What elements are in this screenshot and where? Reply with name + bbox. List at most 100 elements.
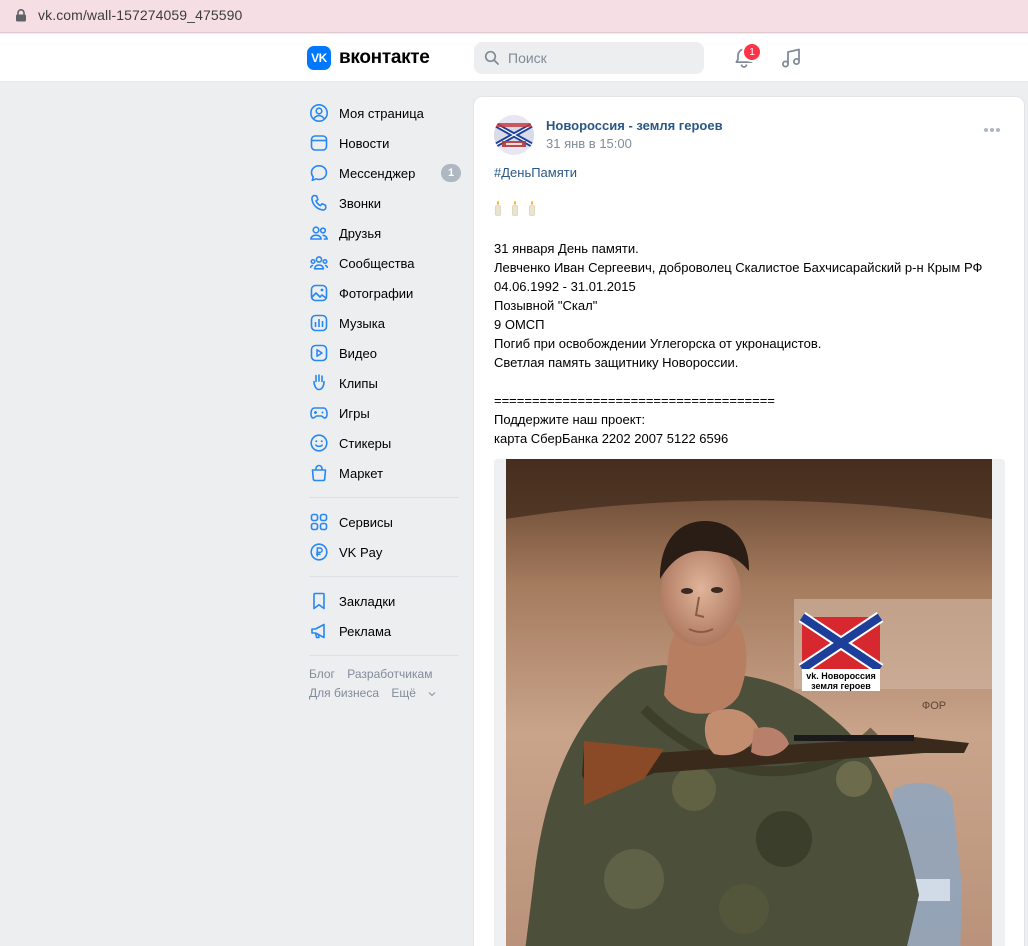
sidebar-item-calls[interactable]: Звонки [305, 188, 465, 218]
footer-link-developers[interactable]: Разработчикам [347, 667, 432, 681]
post-text: #ДеньПамяти 31 января День памяти. Левче… [494, 163, 1009, 448]
bookmark-icon [309, 591, 329, 611]
sidebar-item-games[interactable]: Игры [305, 398, 465, 428]
bag-icon [309, 463, 329, 483]
post-text-line: Левченко Иван Сергеевич, доброволец Скал… [494, 260, 983, 275]
sidebar-divider [309, 497, 459, 498]
sidebar-item-my-page[interactable]: Моя страница [305, 98, 465, 128]
messenger-badge: 1 [441, 164, 461, 182]
gamepad-icon [309, 403, 329, 423]
address-url[interactable]: vk.com/wall-157274059_475590 [38, 7, 242, 23]
sidebar-item-label: Моя страница [339, 105, 424, 121]
sidebar-item-friends[interactable]: Друзья [305, 218, 465, 248]
sidebar-divider [309, 655, 459, 656]
sidebar-item-clips[interactable]: Клипы [305, 368, 465, 398]
community-avatar[interactable] [494, 115, 534, 155]
sidebar-item-communities[interactable]: Сообщества [305, 248, 465, 278]
music-icon[interactable] [779, 46, 803, 70]
post-photo[interactable]: vk. Новороссия земля героев ФОР [494, 459, 1005, 946]
sidebar-divider [309, 576, 459, 577]
left-sidebar: Моя страница Новости Мессенджер 1 Звонки… [305, 98, 465, 703]
sidebar-footer-links: Блог Разработчикам Для бизнеса Ещё [309, 665, 465, 703]
hashtag-link[interactable]: #ДеньПамяти [494, 165, 577, 180]
search-icon [484, 50, 499, 65]
sidebar-item-ads[interactable]: Реклама [305, 616, 465, 646]
sidebar-item-label: Закладки [339, 593, 396, 609]
photo-watermark-line2: земля героев [811, 681, 871, 691]
sidebar-item-label: Сообщества [339, 255, 415, 271]
news-icon [309, 133, 329, 153]
photo-watermark-line1: vk. Новороссия [806, 671, 876, 681]
footer-link-business[interactable]: Для бизнеса [309, 686, 379, 700]
top-header: VK вконтакте 1 [0, 34, 1028, 82]
post-author-link[interactable]: Новороссия - земля героев [546, 118, 723, 133]
post-text-line: 31 января День памяти. [494, 241, 639, 256]
sidebar-item-stickers[interactable]: Стикеры [305, 428, 465, 458]
post-text-line: Позывной "Скал" [494, 298, 598, 313]
sidebar-item-services[interactable]: Сервисы [305, 507, 465, 537]
sidebar-item-label: Маркет [339, 465, 384, 481]
support-text-line: Поддержите наш проект: [494, 412, 646, 427]
sidebar-item-label: Звонки [339, 195, 381, 211]
sidebar-item-messenger[interactable]: Мессенджер 1 [305, 158, 465, 188]
communities-icon [309, 253, 329, 273]
photo-wall-text: ФОР [922, 700, 946, 712]
sidebar-item-label: VK Pay [339, 544, 383, 560]
wall-post: Новороссия - земля героев 31 янв в 15:00… [474, 97, 1024, 946]
sidebar-item-label: Музыка [339, 315, 385, 331]
more-options-icon[interactable] [982, 125, 1002, 135]
lock-icon [16, 9, 26, 22]
sidebar-item-news[interactable]: Новости [305, 128, 465, 158]
sidebar-item-vk-pay[interactable]: VK Pay [305, 537, 465, 567]
post-text-line: Погиб при освобождении Углегорска от укр… [494, 336, 822, 351]
sidebar-item-label: Игры [339, 405, 370, 421]
clips-icon [309, 373, 329, 393]
sidebar-item-market[interactable]: Маркет [305, 458, 465, 488]
logo-text: вконтакте [339, 47, 430, 68]
support-text-line: карта СберБанка 2202 2007 5122 6596 [494, 431, 729, 446]
candle-icon [512, 200, 518, 216]
ruble-icon [309, 542, 329, 562]
user-circle-icon [309, 103, 329, 123]
candle-emojis [494, 200, 536, 216]
sidebar-item-video[interactable]: Видео [305, 338, 465, 368]
vk-logo[interactable]: VK вконтакте [307, 46, 430, 70]
hashtag-line: #ДеньПамяти [494, 163, 1009, 182]
sidebar-item-label: Стикеры [339, 435, 392, 451]
separator-line: ===================================== [494, 393, 775, 408]
photo-icon [309, 283, 329, 303]
sidebar-item-label: Новости [339, 135, 390, 151]
sidebar-item-label: Реклама [339, 623, 392, 639]
music-icon [309, 313, 329, 333]
browser-address-bar[interactable]: vk.com/wall-157274059_475590 [0, 0, 1028, 33]
search-box[interactable] [474, 42, 704, 74]
post-text-line: 9 ОМСП [494, 317, 545, 332]
sidebar-item-label: Друзья [339, 225, 382, 241]
sidebar-item-photos[interactable]: Фотографии [305, 278, 465, 308]
sidebar-item-label: Клипы [339, 375, 378, 391]
notifications-badge: 1 [742, 42, 762, 62]
footer-link-blog[interactable]: Блог [309, 667, 335, 681]
chevron-down-icon [428, 692, 436, 697]
megaphone-icon [309, 621, 329, 641]
candle-icon [495, 200, 501, 216]
footer-link-more[interactable]: Ещё [391, 686, 436, 700]
smile-icon [309, 433, 329, 453]
sidebar-item-label: Мессенджер [339, 165, 416, 181]
candle-icon [529, 200, 535, 216]
vk-logo-icon: VK [307, 46, 331, 70]
post-date[interactable]: 31 янв в 15:00 [546, 136, 632, 151]
post-text-line: 04.06.1992 - 31.01.2015 [494, 279, 636, 294]
footer-more-label: Ещё [391, 686, 416, 700]
sidebar-item-label: Сервисы [339, 514, 393, 530]
video-icon [309, 343, 329, 363]
friends-icon [309, 223, 329, 243]
search-input[interactable] [508, 50, 688, 66]
sidebar-item-bookmarks[interactable]: Закладки [305, 586, 465, 616]
message-icon [309, 163, 329, 183]
sidebar-item-label: Видео [339, 345, 377, 361]
services-icon [309, 512, 329, 532]
phone-icon [309, 193, 329, 213]
post-text-line: Светлая память защитнику Новороссии. [494, 355, 739, 370]
sidebar-item-music[interactable]: Музыка [305, 308, 465, 338]
